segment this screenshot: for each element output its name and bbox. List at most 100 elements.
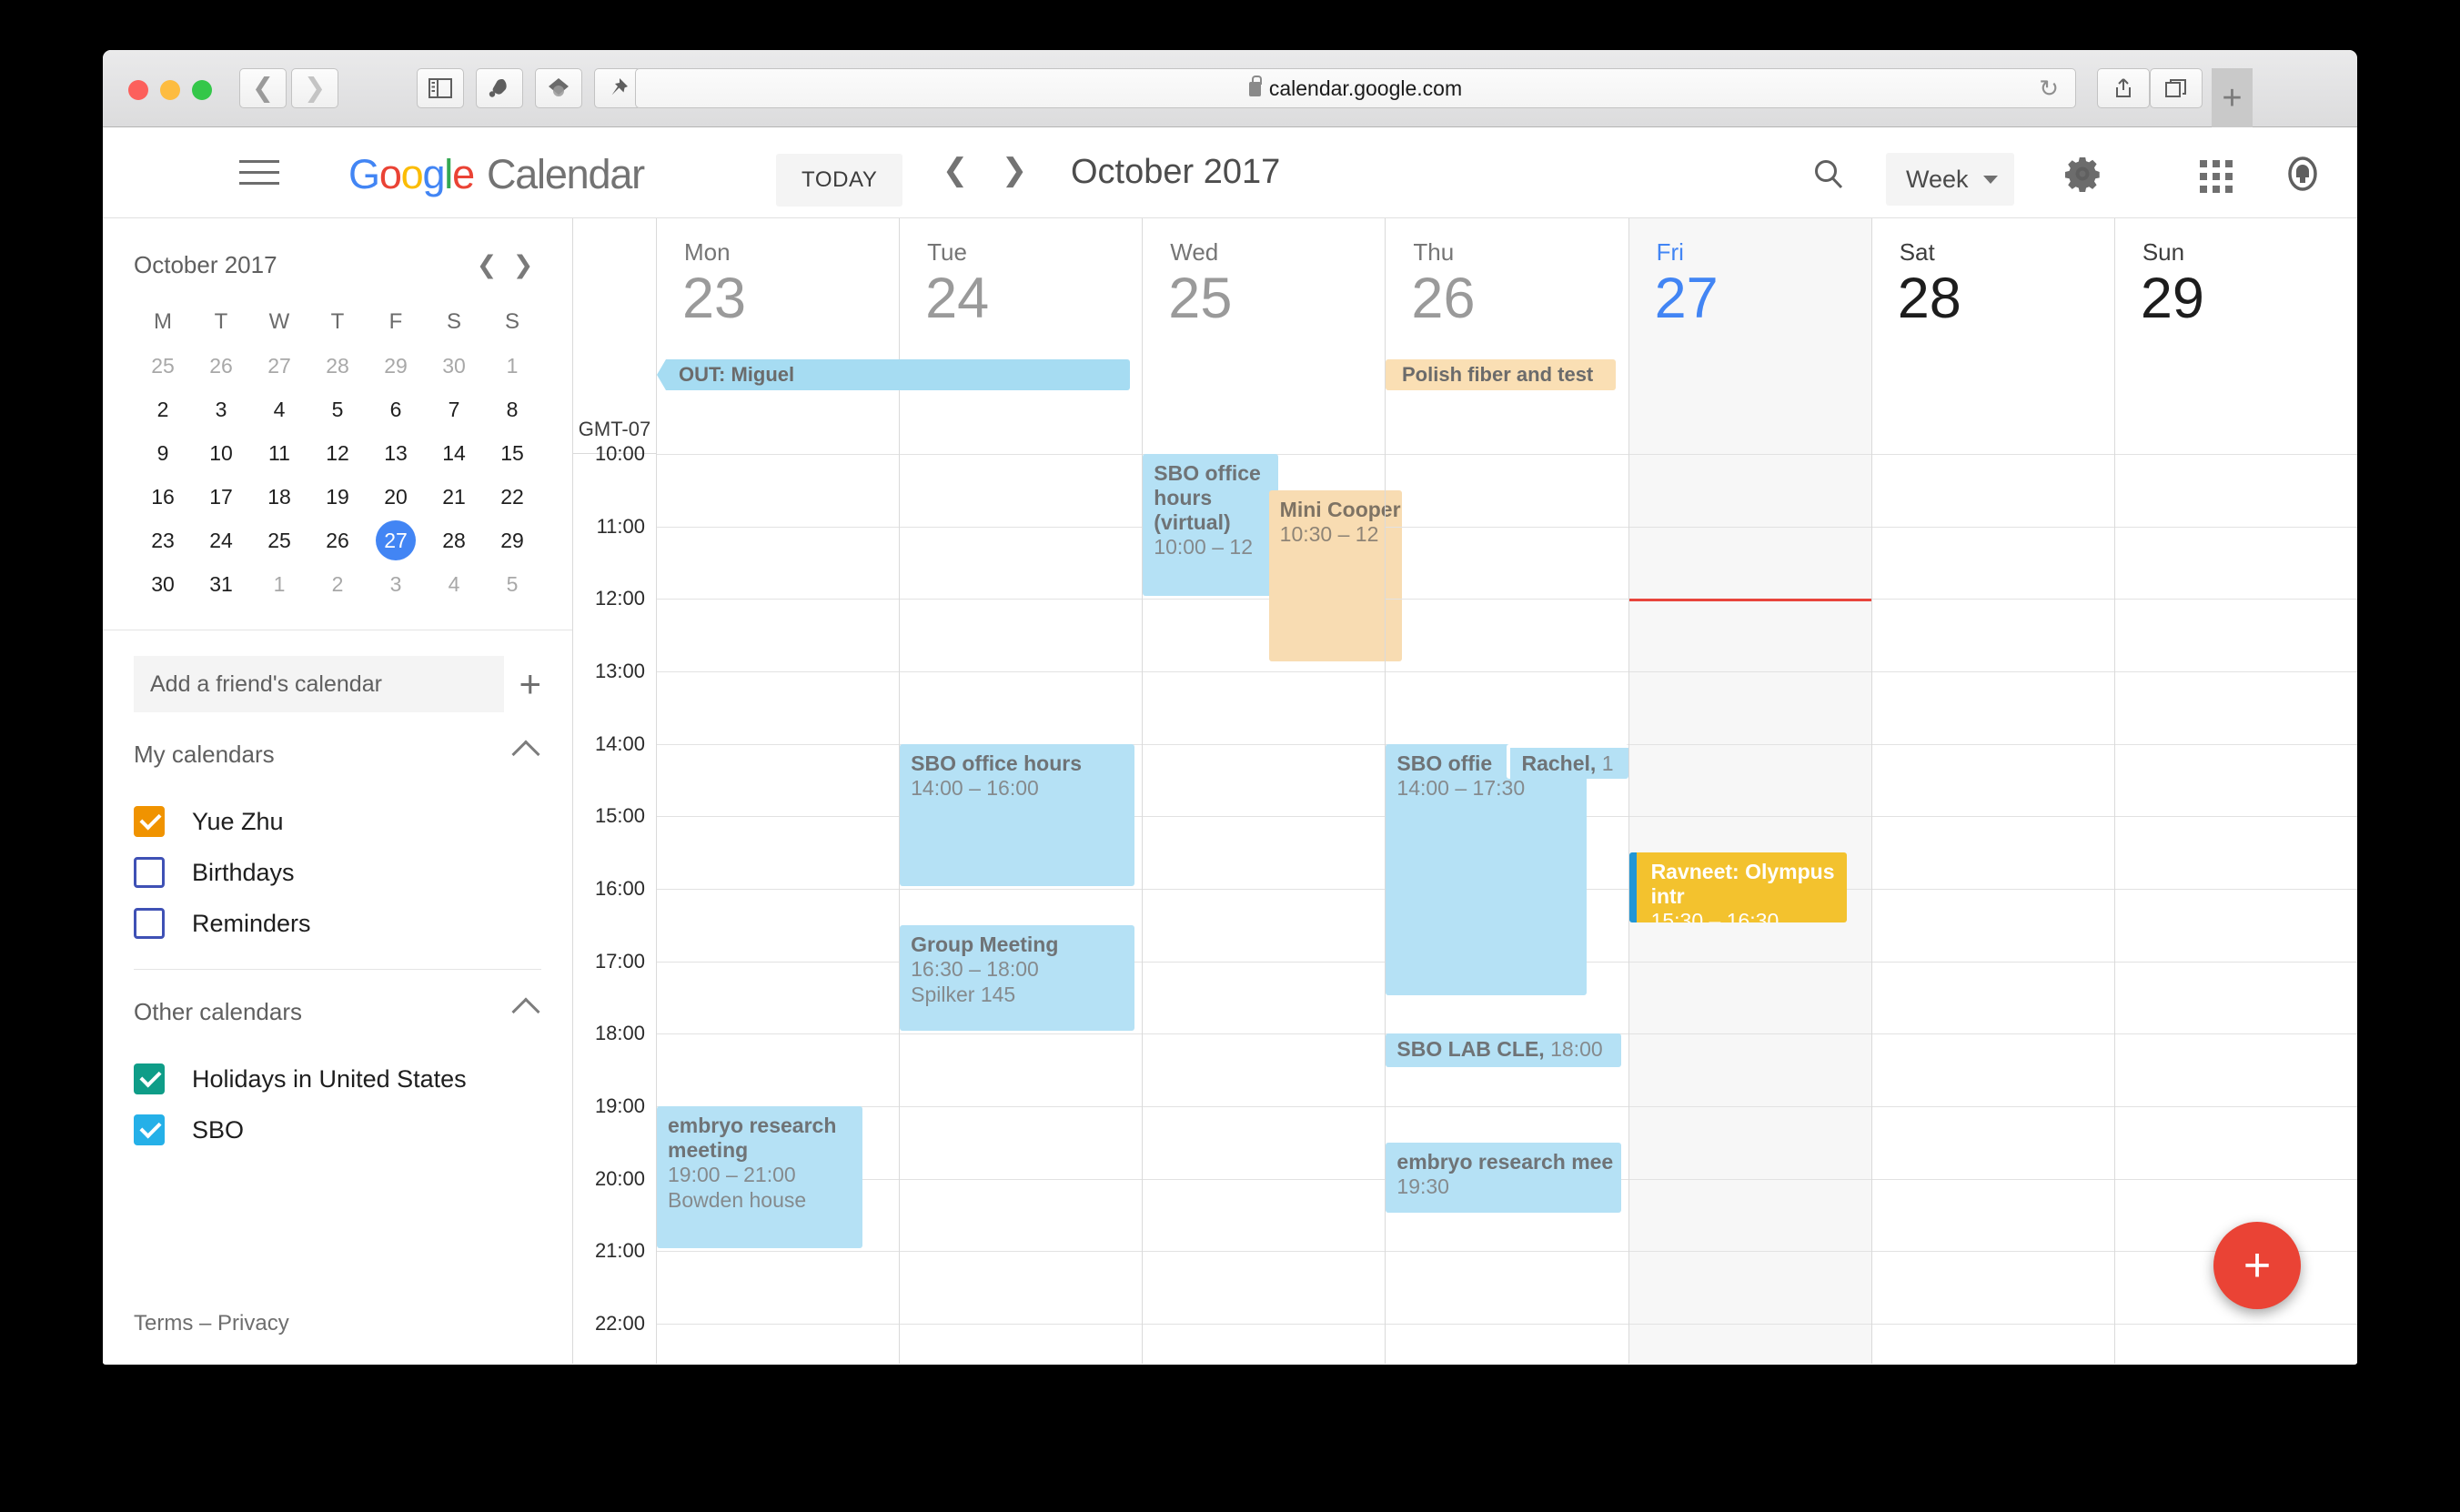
new-tab-button[interactable]: +	[2212, 68, 2253, 127]
mini-calendar-day[interactable]: 26	[192, 344, 250, 388]
mini-calendar-day[interactable]: 1	[250, 562, 308, 606]
day-column-thu[interactable]: SBO offie 14:00 – 17:30 Rachel, 1 SBO LAB C…	[1385, 405, 1628, 1364]
show-tabs-button[interactable]	[2150, 68, 2203, 108]
mini-calendar-day[interactable]: 22	[483, 475, 541, 519]
mini-calendar-day[interactable]: 3	[192, 388, 250, 431]
checkbox-checked-icon[interactable]	[134, 806, 165, 837]
my-calendar-item[interactable]: Birthdays	[134, 847, 541, 898]
mini-calendar-day[interactable]: 15	[483, 431, 541, 475]
forward-button[interactable]: ❯	[291, 68, 338, 108]
mini-calendar-day[interactable]: 6	[367, 388, 425, 431]
checkbox-unchecked-icon[interactable]	[134, 857, 165, 888]
mini-calendar-day[interactable]: 29	[367, 344, 425, 388]
mini-calendar-day[interactable]: 30	[425, 344, 483, 388]
my-calendars-header[interactable]: My calendars	[134, 712, 541, 796]
mini-calendar-day[interactable]: 27	[250, 344, 308, 388]
shape-extension-button[interactable]	[535, 68, 582, 108]
calendar-event[interactable]: embryo research meeting 19:00 – 21:00 Bowd…	[657, 1106, 863, 1249]
mini-calendar-day[interactable]: 20	[367, 475, 425, 519]
evernote-extension-button[interactable]	[476, 68, 523, 108]
other-calendar-item[interactable]: Holidays in United States	[134, 1053, 541, 1104]
reload-icon[interactable]: ↻	[2039, 75, 2059, 103]
other-calendars-header[interactable]: Other calendars	[134, 970, 541, 1053]
back-button[interactable]: ❮	[239, 68, 287, 108]
mini-calendar-day[interactable]: 21	[425, 475, 483, 519]
menu-button[interactable]	[239, 160, 279, 185]
mini-calendar-day[interactable]: 31	[192, 562, 250, 606]
mini-calendar-day[interactable]: 2	[134, 388, 192, 431]
all-day-event[interactable]: Polish fiber and test	[1386, 359, 1616, 390]
mini-calendar-day[interactable]: 7	[425, 388, 483, 431]
mini-calendar-day[interactable]: 26	[308, 519, 367, 562]
mini-calendar-day[interactable]: 16	[134, 475, 192, 519]
all-day-event[interactable]: OUT: Miguel	[657, 359, 1130, 390]
mini-calendar-day[interactable]: 3	[367, 562, 425, 606]
notifications-button[interactable]	[2286, 156, 2319, 200]
search-input[interactable]	[134, 656, 505, 712]
mini-calendar-day[interactable]: 11	[250, 431, 308, 475]
view-selector[interactable]: Week	[1886, 153, 2014, 206]
calendar-event[interactable]: SBO offie 14:00 – 17:30	[1386, 743, 1588, 995]
create-event-button[interactable]: +	[2213, 1222, 2301, 1309]
mini-calendar-day[interactable]: 4	[425, 562, 483, 606]
day-column-sun[interactable]	[2113, 405, 2357, 1364]
mini-calendar-day[interactable]: 18	[250, 475, 308, 519]
google-apps-button[interactable]	[2200, 160, 2233, 193]
mini-calendar-day[interactable]: 25	[250, 519, 308, 562]
address-bar[interactable]: calendar.google.com ↻	[635, 68, 2076, 108]
mini-calendar-day[interactable]: 12	[308, 431, 367, 475]
previous-week-button[interactable]: ❮	[931, 155, 980, 186]
mini-calendar-day[interactable]: 14	[425, 431, 483, 475]
mini-calendar-day[interactable]: 30	[134, 562, 192, 606]
settings-button[interactable]	[2063, 155, 2102, 197]
calendar-event[interactable]: Rachel, 1	[1507, 743, 1628, 780]
mini-calendar-day[interactable]: 2	[308, 562, 367, 606]
mini-calendar-day[interactable]: 28	[308, 344, 367, 388]
calendar-event[interactable]: embryo research mee 19:30	[1386, 1142, 1621, 1213]
footer-links[interactable]: Terms – Privacy	[134, 1311, 289, 1336]
mini-calendar-day[interactable]: 28	[425, 519, 483, 562]
day-column-sat[interactable]	[1870, 405, 2114, 1364]
day-column-tue[interactable]: SBO office hours 14:00 – 16:00 Group Meeti…	[899, 405, 1143, 1364]
mini-calendar-day[interactable]: 9	[134, 431, 192, 475]
mini-calendar-day[interactable]: 5	[308, 388, 367, 431]
checkbox-unchecked-icon[interactable]	[134, 908, 165, 939]
mini-calendar-day-today[interactable]: 27	[367, 519, 425, 562]
mini-calendar-day[interactable]: 5	[483, 562, 541, 606]
mini-calendar-day[interactable]: 25	[134, 344, 192, 388]
mini-calendar-day[interactable]: 29	[483, 519, 541, 562]
plus-icon[interactable]: +	[519, 665, 541, 703]
other-calendar-item[interactable]: SBO	[134, 1104, 541, 1155]
mini-calendar-next-button[interactable]: ❯	[505, 252, 541, 277]
mini-calendar-grid[interactable]: M T W T F S S 25 26 27 28 29 30 1 2 3 4 5 6 7 8 9 10 11 12 13 14 15…	[134, 300, 541, 606]
calendar-event[interactable]: SBO office hours (virtual) 10:00 – 12	[1143, 454, 1279, 597]
search-button[interactable]	[1811, 157, 1846, 197]
mini-calendar-day[interactable]: 17	[192, 475, 250, 519]
mini-calendar-prev-button[interactable]: ❮	[469, 252, 505, 277]
mini-calendar-day[interactable]: 8	[483, 388, 541, 431]
mini-calendar-day[interactable]: 13	[367, 431, 425, 475]
checkbox-checked-icon[interactable]	[134, 1114, 165, 1145]
calendar-event[interactable]: Ravneet: Olympus intr 15:30 – 16:30	[1628, 852, 1848, 922]
sidebar-toggle-button[interactable]	[417, 68, 464, 108]
mini-calendar-day[interactable]: 23	[134, 519, 192, 562]
day-column-wed[interactable]: SBO office hours (virtual) 10:00 – 12 Mini…	[1142, 405, 1403, 1364]
calendar-event[interactable]: Mini Cooper 10:30 – 12	[1268, 489, 1403, 662]
calendar-event[interactable]: SBO LAB CLE, 18:00	[1386, 1033, 1621, 1068]
mini-calendar-day[interactable]: 1	[483, 344, 541, 388]
share-button[interactable]	[2097, 68, 2150, 108]
calendar-event[interactable]: Group Meeting 16:30 – 18:00 Spilker 145	[900, 924, 1135, 1032]
maximize-window-button[interactable]	[192, 80, 212, 100]
mini-calendar-day[interactable]: 10	[192, 431, 250, 475]
my-calendar-item[interactable]: Yue Zhu	[134, 796, 541, 847]
my-calendar-item[interactable]: Reminders	[134, 898, 541, 949]
mini-calendar-day[interactable]: 4	[250, 388, 308, 431]
google-calendar-logo[interactable]: Google Calendar	[348, 151, 645, 198]
minimize-window-button[interactable]	[160, 80, 180, 100]
mini-calendar-day[interactable]: 19	[308, 475, 367, 519]
time-grid[interactable]: GMT-07 10:00 11:00 12:00 13:00 14:00 15:00 16:…	[573, 405, 2357, 1364]
day-column-fri[interactable]: Ravneet: Olympus intr 15:30 – 16:30	[1628, 405, 1871, 1364]
checkbox-checked-icon[interactable]	[134, 1063, 165, 1094]
calendar-event[interactable]: SBO office hours 14:00 – 16:00	[900, 743, 1135, 887]
close-window-button[interactable]	[128, 80, 148, 100]
